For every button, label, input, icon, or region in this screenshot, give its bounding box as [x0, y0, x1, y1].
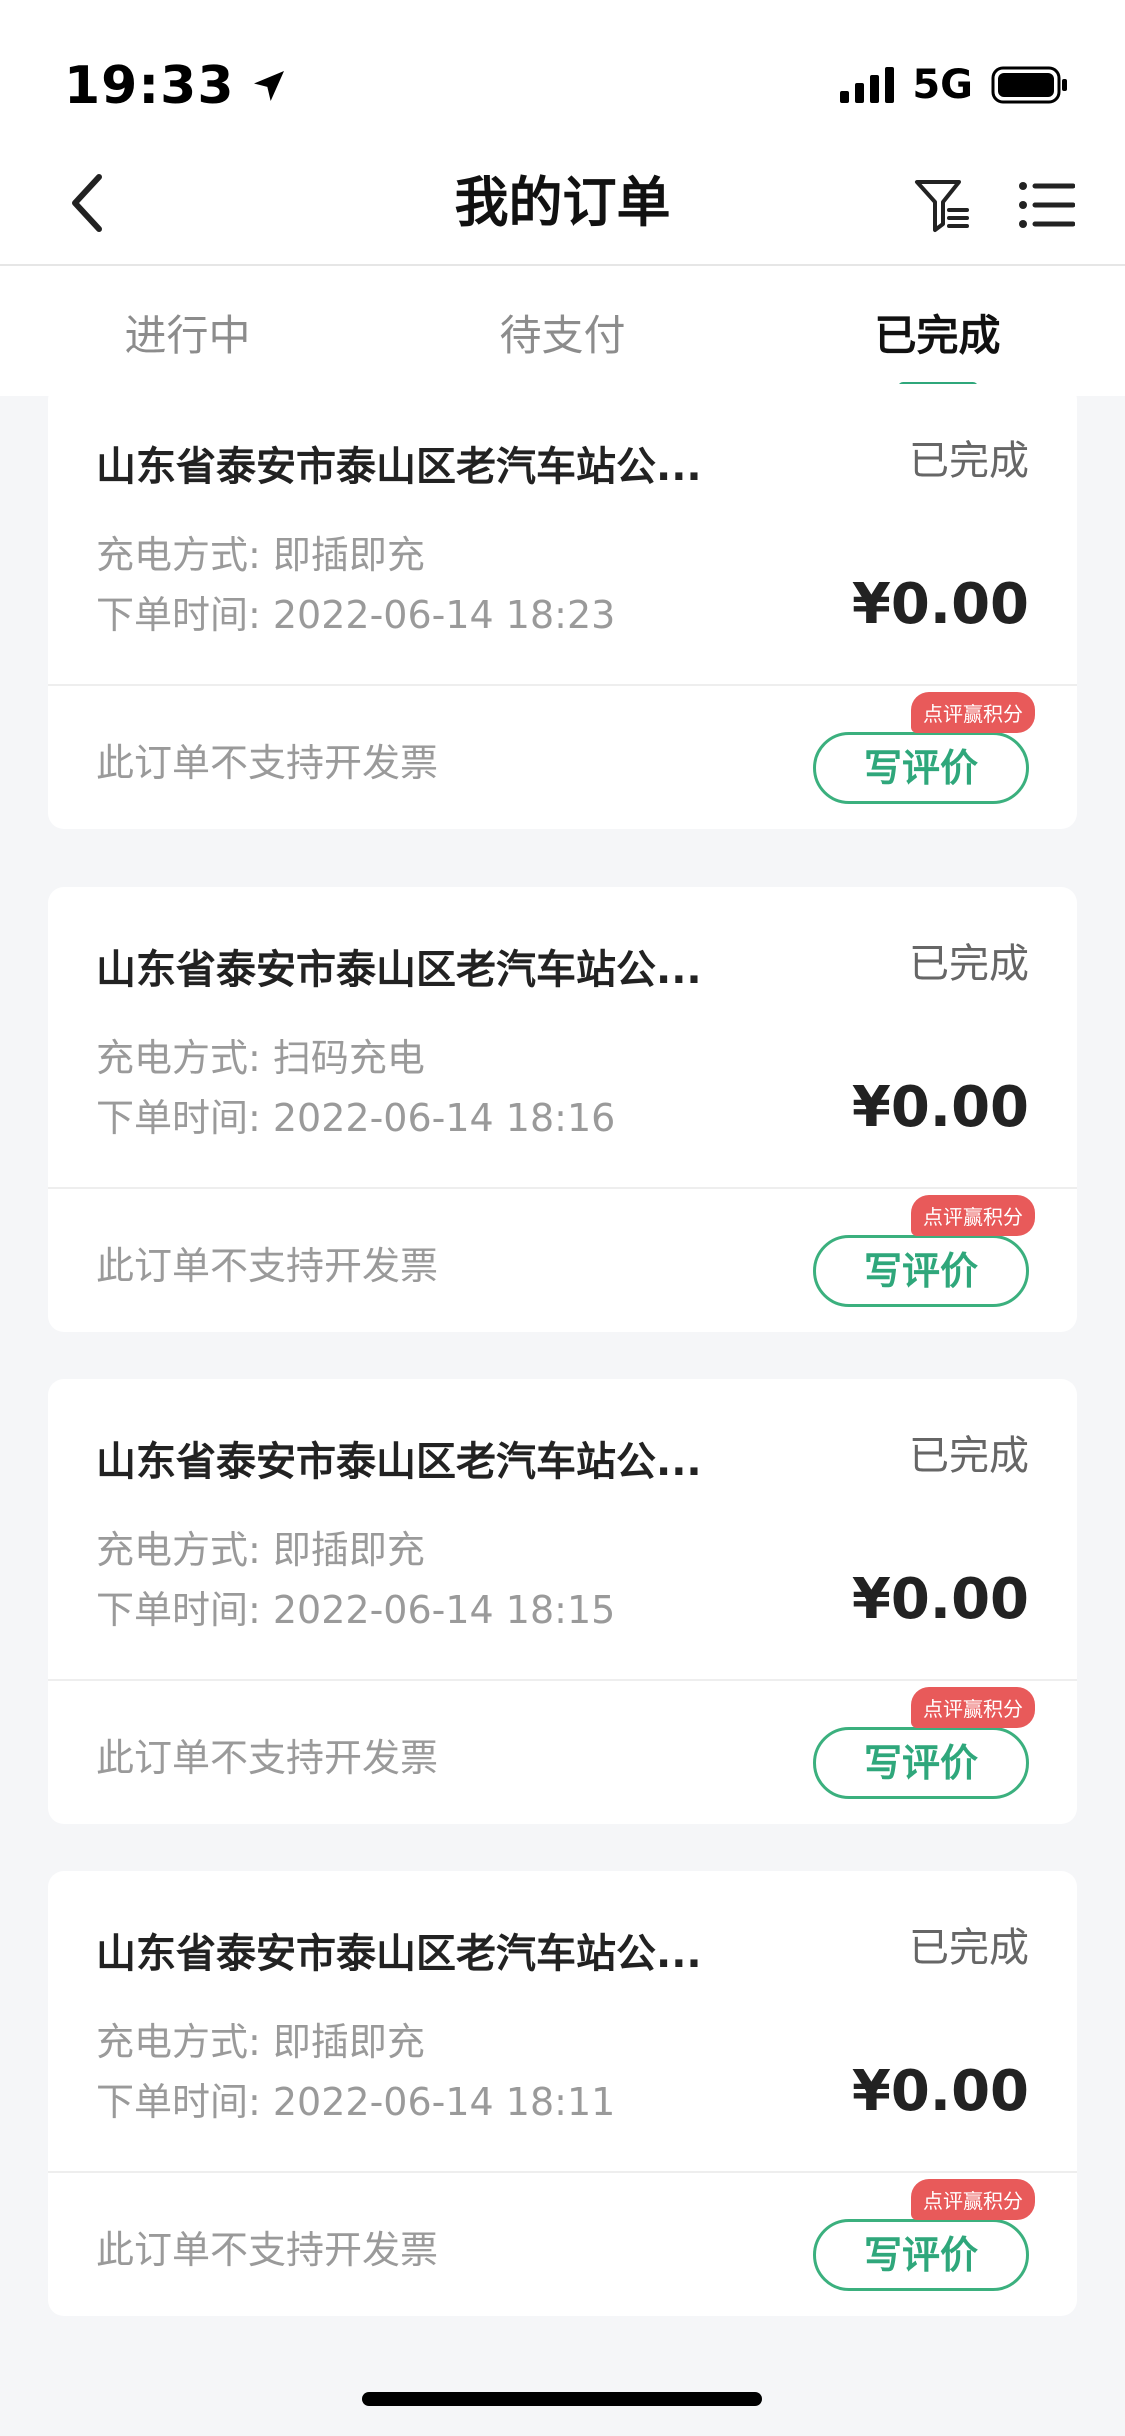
- order-price: ¥0.00: [851, 1075, 1029, 1140]
- charge-mode: 充电方式: 即插即充: [96, 1528, 425, 1572]
- order-card-summary: 山东省泰安市泰山区老汽车站公... 已完成 充电方式: 扫码充电 下单时间: 2…: [48, 887, 1077, 1189]
- list-menu-icon: [1019, 182, 1075, 228]
- station-name: 山东省泰安市泰山区老汽车站公...: [96, 1931, 702, 1977]
- station-name: 山东省泰安市泰山区老汽车站公...: [96, 1439, 702, 1485]
- order-card-actions: 此订单不支持开发票 写评价 点评赢积分: [48, 2173, 1077, 2316]
- invoice-note: 此订单不支持开发票: [96, 1244, 439, 1288]
- charge-mode: 充电方式: 即插即充: [96, 533, 425, 577]
- status-time-group: 19:33: [64, 56, 289, 116]
- order-card-summary: 山东省泰安市泰山区老汽车站公... 已完成 充电方式: 即插即充 下单时间: 2…: [48, 1871, 1077, 2173]
- status-indicators: 5G: [840, 62, 1069, 108]
- order-tabs: 进行中 待支付 已完成: [0, 266, 1125, 396]
- status-time: 19:33: [64, 56, 235, 116]
- tab-label: 待支付: [499, 311, 626, 360]
- write-review-button[interactable]: 写评价: [813, 1235, 1029, 1307]
- order-status: 已完成: [909, 941, 1029, 987]
- order-status: 已完成: [909, 438, 1029, 484]
- tab-label: 进行中: [124, 311, 251, 360]
- menu-button[interactable]: [1011, 170, 1081, 240]
- write-review-button[interactable]: 写评价: [813, 1727, 1029, 1799]
- home-indicator[interactable]: [362, 2392, 762, 2406]
- tab-label: 已完成: [874, 311, 1001, 360]
- order-price: ¥0.00: [851, 2059, 1029, 2124]
- write-review-button[interactable]: 写评价: [813, 732, 1029, 804]
- order-price: ¥0.00: [851, 572, 1029, 637]
- network-label: 5G: [912, 62, 973, 108]
- order-card[interactable]: 山东省泰安市泰山区老汽车站公... 已完成 充电方式: 即插即充 下单时间: 2…: [48, 1871, 1077, 2316]
- nav-bar: 我的订单: [0, 150, 1125, 266]
- review-points-badge: 点评赢积分: [911, 2179, 1035, 2220]
- filter-icon: [915, 180, 969, 232]
- order-status: 已完成: [909, 1925, 1029, 1971]
- filter-button[interactable]: [907, 170, 977, 240]
- tab-in-progress[interactable]: 进行中: [0, 266, 375, 396]
- tab-completed[interactable]: 已完成: [750, 266, 1125, 396]
- charge-mode: 充电方式: 扫码充电: [96, 1036, 425, 1080]
- order-card-summary: 山东省泰安市泰山区老汽车站公... 已完成 充电方式: 即插即充 下单时间: 2…: [48, 1379, 1077, 1681]
- order-card-actions: 此订单不支持开发票 写评价 点评赢积分: [48, 1189, 1077, 1332]
- order-time: 下单时间: 2022-06-14 18:16: [96, 1096, 616, 1140]
- review-points-badge: 点评赢积分: [911, 692, 1035, 733]
- order-time: 下单时间: 2022-06-14 18:15: [96, 1588, 616, 1632]
- station-name: 山东省泰安市泰山区老汽车站公...: [96, 444, 702, 490]
- order-card[interactable]: 山东省泰安市泰山区老汽车站公... 已完成 充电方式: 即插即充 下单时间: 2…: [48, 1379, 1077, 1824]
- status-bar: 19:33 5G: [0, 0, 1125, 150]
- invoice-note: 此订单不支持开发票: [96, 2228, 439, 2272]
- order-status: 已完成: [909, 1433, 1029, 1479]
- battery-icon: [991, 66, 1067, 104]
- review-points-badge: 点评赢积分: [911, 1195, 1035, 1236]
- write-review-button[interactable]: 写评价: [813, 2219, 1029, 2291]
- invoice-note: 此订单不支持开发票: [96, 1736, 439, 1780]
- order-card-actions: 此订单不支持开发票 写评价 点评赢积分: [48, 686, 1077, 829]
- location-arrow-icon: [249, 66, 289, 106]
- charge-mode: 充电方式: 即插即充: [96, 2020, 425, 2064]
- order-time: 下单时间: 2022-06-14 18:23: [96, 593, 616, 637]
- order-card-actions: 此订单不支持开发票 写评价 点评赢积分: [48, 1681, 1077, 1824]
- invoice-note: 此订单不支持开发票: [96, 741, 439, 785]
- review-points-badge: 点评赢积分: [911, 1687, 1035, 1728]
- order-card-summary: 山东省泰安市泰山区老汽车站公... 已完成 充电方式: 即插即充 下单时间: 2…: [48, 384, 1077, 686]
- order-time: 下单时间: 2022-06-14 18:11: [96, 2080, 616, 2124]
- tab-pending-payment[interactable]: 待支付: [375, 266, 750, 396]
- signal-icon: [840, 67, 895, 103]
- order-price: ¥0.00: [851, 1567, 1029, 1632]
- order-card[interactable]: 山东省泰安市泰山区老汽车站公... 已完成 充电方式: 扫码充电 下单时间: 2…: [48, 887, 1077, 1332]
- order-card[interactable]: 山东省泰安市泰山区老汽车站公... 已完成 充电方式: 即插即充 下单时间: 2…: [48, 384, 1077, 829]
- station-name: 山东省泰安市泰山区老汽车站公...: [96, 947, 702, 993]
